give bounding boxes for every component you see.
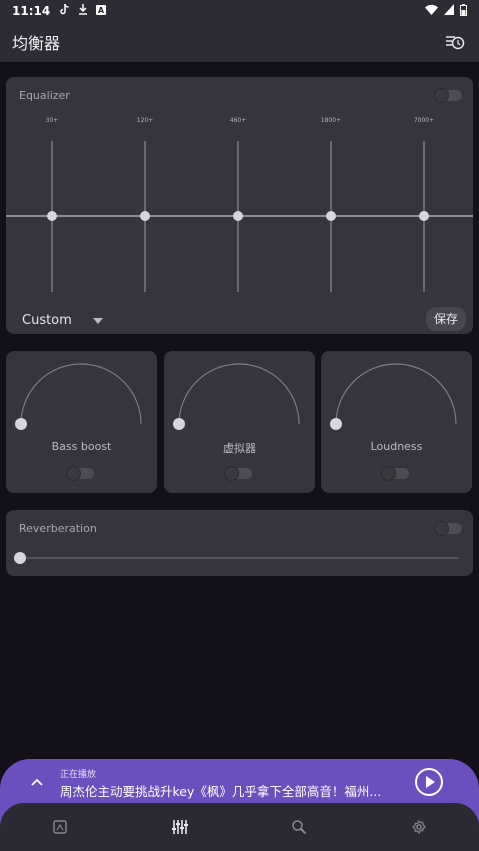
- band-frequency-label: 460+: [229, 117, 247, 124]
- effect-card: Loudness: [321, 351, 472, 493]
- search-icon[interactable]: [289, 817, 309, 837]
- preset-dropdown-value[interactable]: Custom: [22, 313, 72, 328]
- reverberation-slider-thumb[interactable]: [14, 552, 26, 564]
- bottom-navigation: [0, 803, 479, 851]
- notification-a-icon: A: [96, 4, 107, 18]
- reverberation-slider-track[interactable]: [20, 557, 459, 559]
- reverberation-title: Reverberation: [19, 522, 97, 535]
- effect-knob-arc: [178, 363, 300, 425]
- band-frequency-label: 7000+: [413, 117, 435, 124]
- status-bar: 11:14 A: [0, 0, 479, 22]
- effect-toggle[interactable]: [66, 466, 94, 481]
- wifi-icon: [425, 4, 438, 18]
- effect-knob-dial[interactable]: [164, 351, 315, 441]
- effect-toggle[interactable]: [381, 466, 409, 481]
- band-slider-thumb[interactable]: [47, 211, 57, 221]
- status-time: 11:14: [12, 4, 51, 18]
- save-button[interactable]: 保存: [426, 307, 467, 331]
- page-title: 均衡器: [12, 34, 61, 53]
- band-slider-thumb[interactable]: [419, 211, 429, 221]
- effect-knob-thumb: [330, 418, 342, 430]
- effect-label: Loudness: [370, 440, 423, 453]
- app-bar: 均衡器: [0, 22, 479, 62]
- effect-card: Bass boost: [6, 351, 157, 493]
- effect-label: Bass boost: [51, 440, 112, 453]
- tiktok-icon: [60, 3, 70, 18]
- effect-card: 虚拟器: [164, 351, 315, 493]
- effect-knob-thumb: [173, 418, 185, 430]
- download-icon: [78, 4, 88, 18]
- equalizer-icon[interactable]: [170, 817, 190, 837]
- band-slider-thumb[interactable]: [326, 211, 336, 221]
- effect-knob-arc: [335, 363, 457, 425]
- settings-icon[interactable]: [409, 817, 429, 837]
- signal-icon: [444, 4, 454, 18]
- effect-label: 虚拟器: [223, 442, 256, 455]
- equalizer-card: Equalizer 30+ 120+ 460+ 1800+ 7000+ Custom 保…: [6, 77, 473, 334]
- equalizer-toggle[interactable]: [434, 88, 462, 103]
- play-button[interactable]: [415, 768, 443, 796]
- band-frequency-label: 120+: [136, 117, 154, 124]
- play-icon: [425, 776, 435, 788]
- chevron-down-icon[interactable]: [93, 318, 103, 324]
- library-icon[interactable]: [50, 817, 70, 837]
- band-slider-thumb[interactable]: [233, 211, 243, 221]
- reverberation-toggle[interactable]: [434, 521, 462, 536]
- band-frequency-label: 1800+: [320, 117, 342, 124]
- effect-knob-thumb: [15, 418, 27, 430]
- band-slider-thumb[interactable]: [140, 211, 150, 221]
- equalizer-title: Equalizer: [19, 89, 70, 102]
- svg-text:A: A: [98, 6, 105, 15]
- chevron-up-icon[interactable]: [28, 775, 46, 793]
- band-frequency-label: 30+: [45, 117, 59, 124]
- reverberation-card: Reverberation: [6, 510, 473, 576]
- effect-knob-dial[interactable]: [6, 351, 157, 441]
- effect-toggle[interactable]: [224, 466, 252, 481]
- now-playing-label: 正在播放: [60, 770, 97, 780]
- preset-timer-icon[interactable]: [443, 30, 467, 54]
- battery-icon: [460, 3, 467, 19]
- effect-knob-arc: [20, 363, 142, 425]
- now-playing-title[interactable]: 周杰伦主动要挑战升key《枫》几乎拿下全部高音！福州...: [60, 781, 400, 800]
- effect-knob-dial[interactable]: [321, 351, 472, 441]
